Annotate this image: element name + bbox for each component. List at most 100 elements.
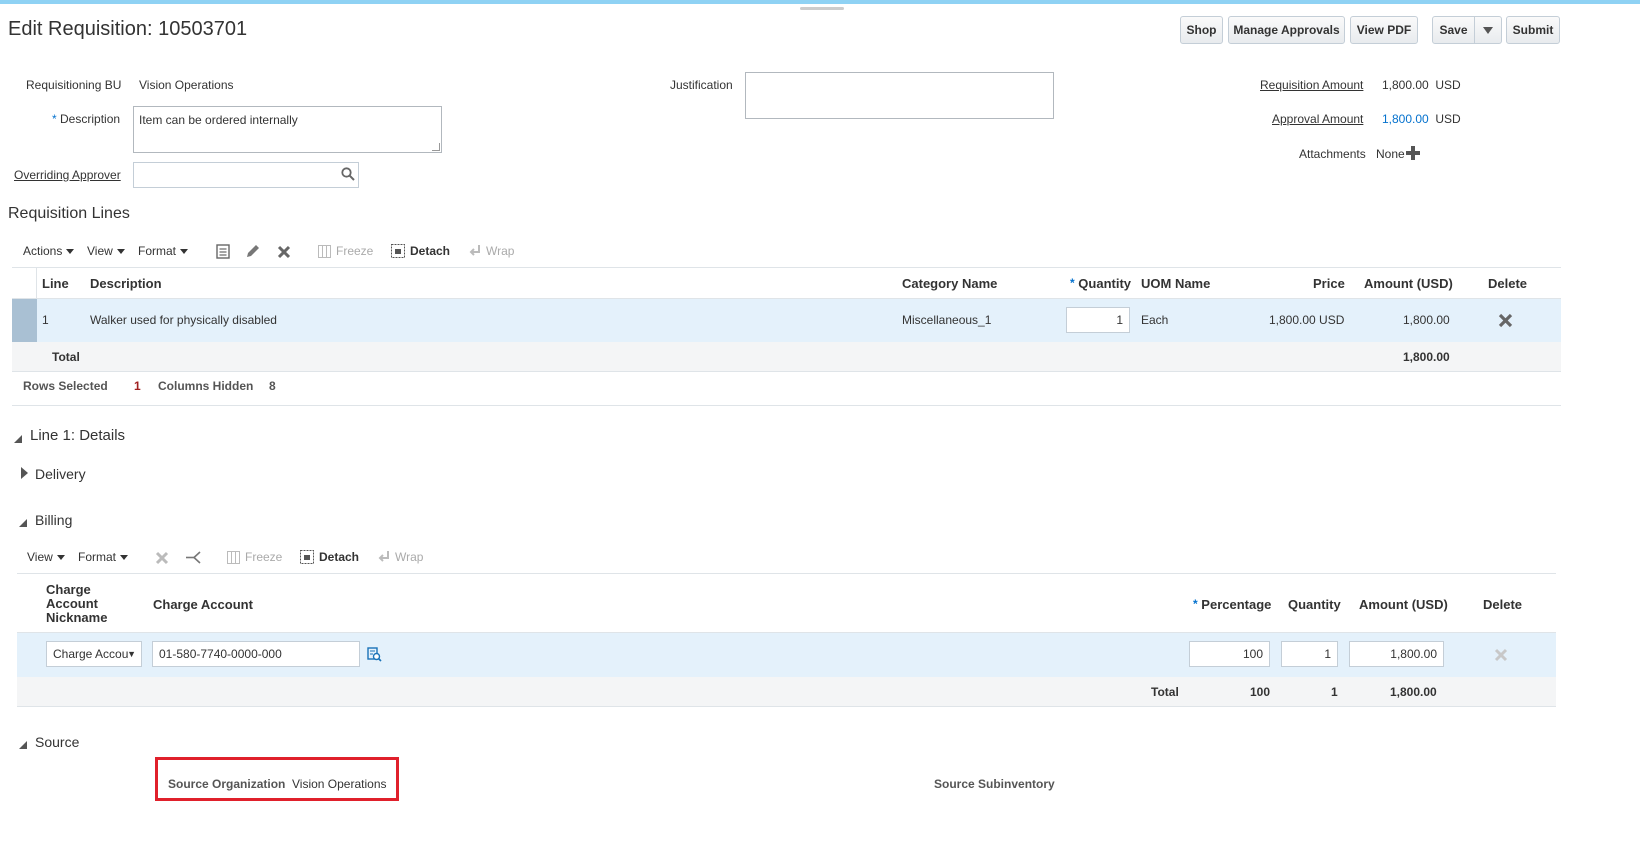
rows-selected-label: Rows Selected xyxy=(23,379,108,393)
col-billing-amount[interactable]: Amount (USD) xyxy=(1359,597,1448,612)
collapse-source-icon[interactable] xyxy=(19,738,27,752)
cell-line: 1 xyxy=(42,313,49,327)
columns-hidden-label: Columns Hidden xyxy=(158,379,254,393)
source-org-label: Source Organization xyxy=(168,777,286,791)
collapse-billing-icon[interactable] xyxy=(19,516,27,530)
approval-amount-link[interactable]: 1,800.00 xyxy=(1382,112,1429,126)
delete-row-icon xyxy=(1494,648,1508,662)
description-label: * Description xyxy=(52,112,121,126)
view-menu-label: View xyxy=(87,244,113,258)
wrap-button[interactable]: Wrap xyxy=(486,244,514,258)
billing-freeze-button[interactable]: Freeze xyxy=(245,550,282,564)
billing-format-menu[interactable]: Format xyxy=(78,550,129,564)
approval-amount-label[interactable]: Approval Amount xyxy=(1272,112,1363,126)
cell-category: Miscellaneous_1 xyxy=(902,313,992,327)
approval-amount-value: 1,800.00 USD xyxy=(1382,112,1461,126)
billing-view-menu[interactable]: View xyxy=(27,550,65,564)
drag-handle[interactable] xyxy=(800,7,844,10)
detach-icon xyxy=(391,244,405,258)
edit-pencil-icon[interactable] xyxy=(245,243,261,259)
submit-button[interactable]: Submit xyxy=(1506,16,1560,44)
manage-approvals-button[interactable]: Manage Approvals xyxy=(1228,16,1345,44)
col-price[interactable]: Price xyxy=(1313,276,1345,291)
billing-amount-input[interactable]: 1,800.00 xyxy=(1349,641,1444,667)
requisition-lines-heading: Requisition Lines xyxy=(8,205,130,222)
expand-delivery-icon[interactable] xyxy=(21,467,28,482)
wrap-icon xyxy=(378,551,389,562)
format-menu[interactable]: Format xyxy=(138,244,189,258)
columns-hidden-value: 8 xyxy=(269,379,276,393)
billing-detach-button[interactable]: Detach xyxy=(319,550,359,564)
cell-description: Walker used for physically disabled xyxy=(90,313,277,327)
detach-button[interactable]: Detach xyxy=(410,244,450,258)
source-heading[interactable]: Source xyxy=(35,734,79,750)
resize-handle[interactable] xyxy=(432,143,440,151)
col-charge-account-nickname[interactable]: Charge Account Nickname xyxy=(46,583,107,625)
col-description[interactable]: Description xyxy=(90,276,162,291)
quantity-input[interactable]: 1 xyxy=(1066,307,1130,333)
billing-heading[interactable]: Billing xyxy=(35,512,72,528)
percentage-input[interactable]: 100 xyxy=(1189,641,1270,667)
chevron-down-icon xyxy=(180,249,189,255)
list-icon[interactable] xyxy=(216,244,230,259)
page-title: Edit Requisition: 10503701 xyxy=(8,18,248,40)
rows-selected-value: 1 xyxy=(134,379,141,393)
chevron-down-icon xyxy=(120,555,129,561)
view-pdf-button[interactable]: View PDF xyxy=(1350,16,1418,44)
delete-x-icon[interactable] xyxy=(277,245,291,259)
cell-price: 1,800.00 USD xyxy=(1269,313,1345,327)
approval-amount-currency: USD xyxy=(1435,112,1461,126)
charge-account-input[interactable]: 01-580-7740-0000-000 xyxy=(152,641,360,667)
search-icon[interactable] xyxy=(341,167,355,181)
col-billing-quantity[interactable]: Quantity xyxy=(1288,597,1341,612)
overriding-approver-input[interactable] xyxy=(133,162,359,188)
col-quantity[interactable]: * Quantity xyxy=(1070,276,1131,291)
overriding-approver-label[interactable]: Overriding Approver xyxy=(14,168,121,182)
billing-total-label: Total xyxy=(1151,685,1179,699)
actions-menu-label: Actions xyxy=(23,244,63,258)
col-category[interactable]: Category Name xyxy=(902,276,997,291)
billing-total-row xyxy=(17,677,1556,707)
req-amount-label[interactable]: Requisition Amount xyxy=(1260,78,1363,92)
description-value: Item can be ordered internally xyxy=(139,113,298,127)
req-bu-label: Requisitioning BU xyxy=(26,78,122,92)
billing-wrap-button[interactable]: Wrap xyxy=(395,550,423,564)
save-menu-button[interactable] xyxy=(1474,16,1502,44)
delete-row-icon[interactable] xyxy=(1498,313,1513,328)
billing-view-label: View xyxy=(27,550,53,564)
col-uom[interactable]: UOM Name xyxy=(1141,276,1210,291)
chevron-down-icon xyxy=(56,555,65,561)
delivery-heading[interactable]: Delivery xyxy=(35,466,86,482)
description-field[interactable]: Item can be ordered internally xyxy=(133,106,442,153)
col-amount[interactable]: Amount (USD) xyxy=(1364,276,1453,291)
description-label-text: Description xyxy=(60,112,121,126)
shop-button[interactable]: Shop xyxy=(1180,16,1223,44)
row-selector[interactable] xyxy=(12,299,37,342)
attachments-label: Attachments xyxy=(1299,147,1366,161)
account-search-icon[interactable] xyxy=(367,647,382,662)
delete-x-icon[interactable] xyxy=(155,551,169,565)
wrap-icon xyxy=(469,245,480,256)
col-percentage[interactable]: * Percentage xyxy=(1193,597,1271,612)
add-attachment-icon[interactable] xyxy=(1406,146,1420,160)
req-amount-currency: USD xyxy=(1435,78,1461,92)
total-row xyxy=(12,342,1561,372)
collapse-details-icon[interactable] xyxy=(14,432,22,446)
view-menu[interactable]: View xyxy=(87,244,125,258)
actions-menu[interactable]: Actions xyxy=(23,244,75,258)
total-label: Total xyxy=(52,350,80,364)
billing-quantity-input[interactable]: 1 xyxy=(1281,641,1338,667)
col-charge-account[interactable]: Charge Account xyxy=(153,597,253,612)
freeze-button[interactable]: Freeze xyxy=(336,244,373,258)
split-icon[interactable] xyxy=(185,550,202,565)
col-line[interactable]: Line xyxy=(42,276,69,291)
format-menu-label: Format xyxy=(138,244,177,258)
line-details-heading: Line 1: Details xyxy=(30,427,126,444)
charge-account-nickname-select[interactable]: Charge Accou ▼ xyxy=(46,641,142,667)
chevron-down-icon xyxy=(66,249,75,255)
justification-field[interactable] xyxy=(745,72,1054,119)
cell-uom: Each xyxy=(1141,313,1169,327)
freeze-icon xyxy=(318,245,331,258)
nickname-select-value: Charge Accou xyxy=(53,647,129,661)
save-button[interactable]: Save xyxy=(1432,16,1475,44)
